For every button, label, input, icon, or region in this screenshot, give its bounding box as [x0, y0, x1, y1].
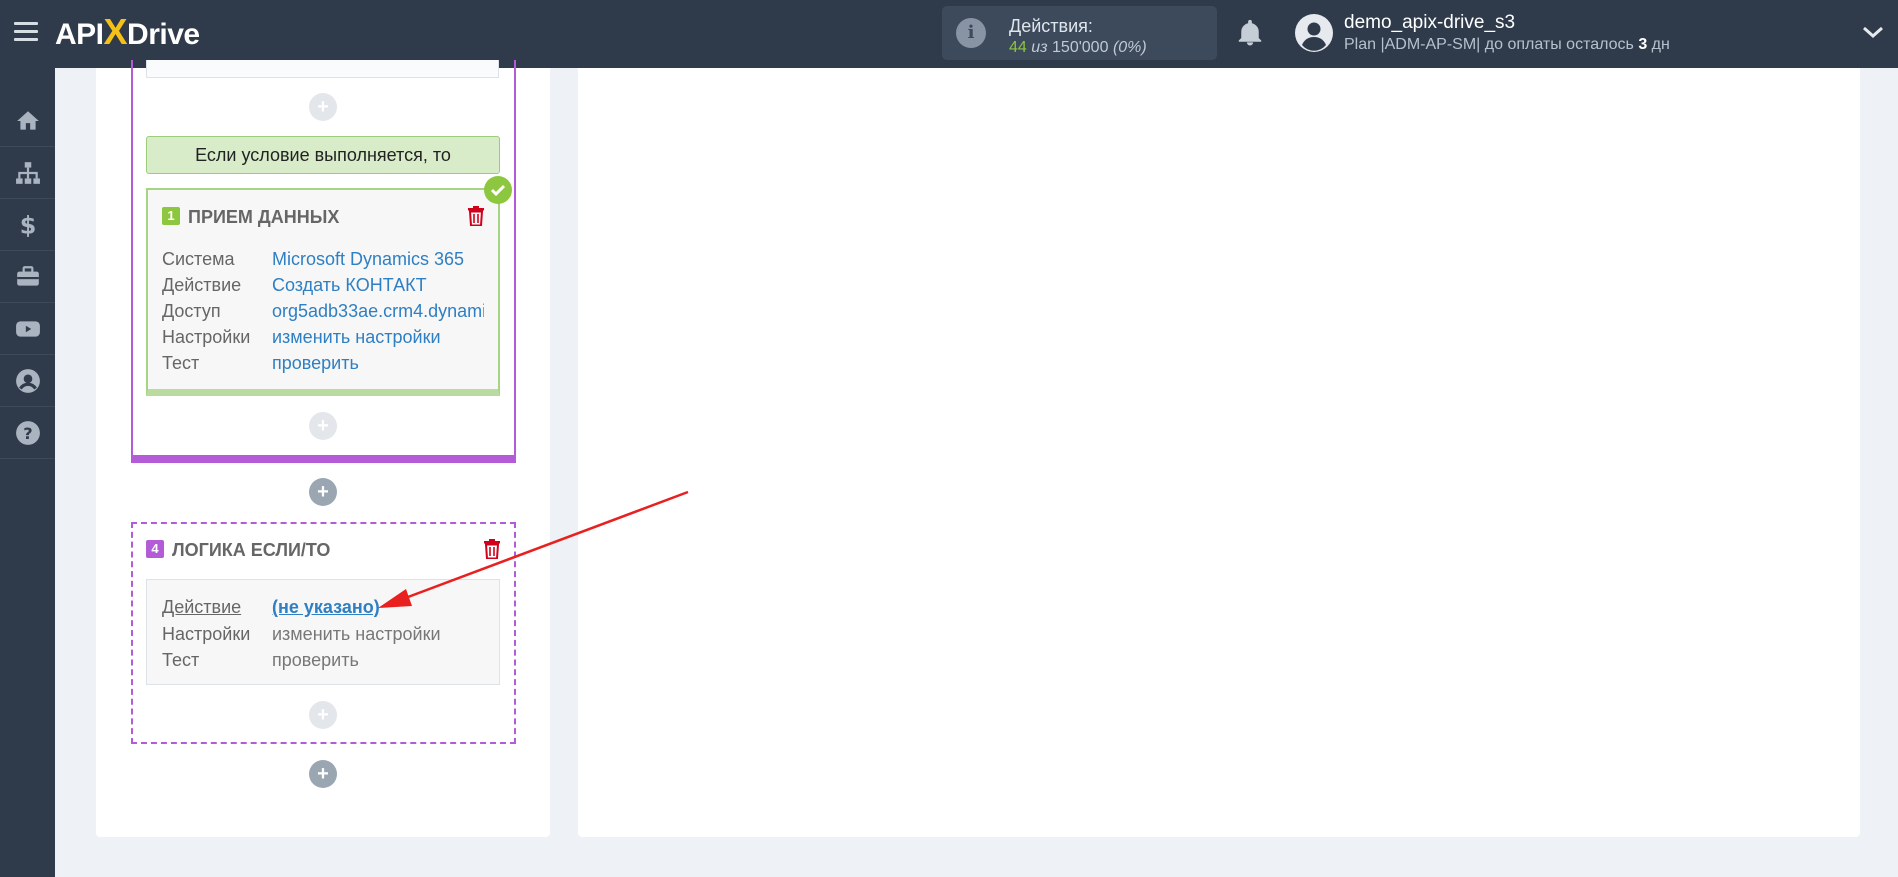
- sidebar: $ ?: [0, 68, 55, 877]
- settings-link[interactable]: изменить настройки: [272, 327, 482, 348]
- sidebar-item-services[interactable]: [0, 251, 55, 303]
- add-step-button[interactable]: +: [309, 412, 337, 440]
- add-step-button[interactable]: +: [309, 478, 337, 506]
- row-label-system: Система: [162, 249, 235, 269]
- sidebar-item-help[interactable]: ?: [0, 407, 55, 459]
- previous-block-stub: [146, 60, 499, 78]
- help-icon: ?: [15, 420, 40, 445]
- access-link[interactable]: org5adb33ae.crm4.dynamics.com: [272, 301, 484, 322]
- check-icon: [484, 176, 512, 204]
- row-label-access: Доступ: [162, 301, 221, 321]
- action-link[interactable]: Создать КОНТАКТ: [272, 275, 482, 296]
- dollar-icon: $: [19, 212, 36, 238]
- actions-value: 44 из 150'000 (0%): [1009, 39, 1147, 56]
- add-step-button[interactable]: +: [309, 701, 337, 729]
- test-link-disabled: проверить: [272, 650, 359, 670]
- action-not-set-link[interactable]: (не указано): [272, 597, 422, 618]
- sidebar-item-profile[interactable]: [0, 355, 55, 407]
- home-icon: [16, 110, 39, 130]
- step-number-badge: 4: [146, 540, 164, 558]
- test-link[interactable]: проверить: [272, 353, 482, 374]
- chevron-down-icon[interactable]: [1862, 24, 1884, 40]
- row-label-action: Действие: [162, 597, 242, 617]
- apixdrive-logo[interactable]: APIXDrive: [55, 12, 200, 52]
- top-bar: APIXDrive i Действия: 44 из 150'000 (0%)…: [0, 0, 1898, 68]
- row-label-test: Тест: [162, 650, 200, 670]
- settings-link-disabled: изменить настройки: [272, 624, 441, 644]
- briefcase-icon: [16, 265, 39, 286]
- trash-icon[interactable]: [467, 206, 485, 226]
- svg-text:$: $: [19, 212, 36, 238]
- sidebar-item-home[interactable]: [0, 95, 55, 147]
- trash-icon[interactable]: [483, 539, 501, 559]
- step-number-badge: 1: [162, 207, 180, 225]
- row-label-test: Тест: [162, 353, 200, 373]
- sidebar-item-billing[interactable]: $: [0, 199, 55, 251]
- row-label-settings: Настройки: [162, 624, 251, 644]
- row-label-settings: Настройки: [162, 327, 251, 347]
- menu-icon[interactable]: [14, 22, 38, 42]
- add-step-button[interactable]: +: [309, 760, 337, 788]
- plan-info: Plan |ADM-AP-SM| до оплаты осталось 3 дн: [1344, 36, 1670, 53]
- sidebar-item-connections[interactable]: [0, 147, 55, 199]
- actions-counter[interactable]: i Действия: 44 из 150'000 (0%): [942, 6, 1217, 60]
- user-name[interactable]: demo_apix-drive_s3: [1344, 12, 1515, 34]
- info-icon: i: [956, 18, 986, 48]
- svg-text:?: ?: [23, 423, 32, 442]
- user-icon: [15, 368, 40, 393]
- step-title: ПРИЕМ ДАННЫХ: [188, 207, 340, 227]
- actions-label: Действия:: [1009, 16, 1093, 36]
- row-label-action: Действие: [162, 275, 242, 295]
- youtube-icon: [15, 320, 40, 337]
- system-link[interactable]: Microsoft Dynamics 365: [272, 249, 482, 270]
- user-avatar-icon[interactable]: [1295, 14, 1333, 52]
- sitemap-icon: [15, 161, 40, 184]
- content-panel: [578, 68, 1860, 837]
- step-title: ЛОГИКА ЕСЛИ/ТО: [172, 540, 331, 560]
- bell-icon[interactable]: [1235, 18, 1265, 48]
- condition-banner: Если условие выполняется, то: [146, 136, 500, 174]
- add-step-button[interactable]: +: [309, 93, 337, 121]
- sidebar-item-video[interactable]: [0, 303, 55, 355]
